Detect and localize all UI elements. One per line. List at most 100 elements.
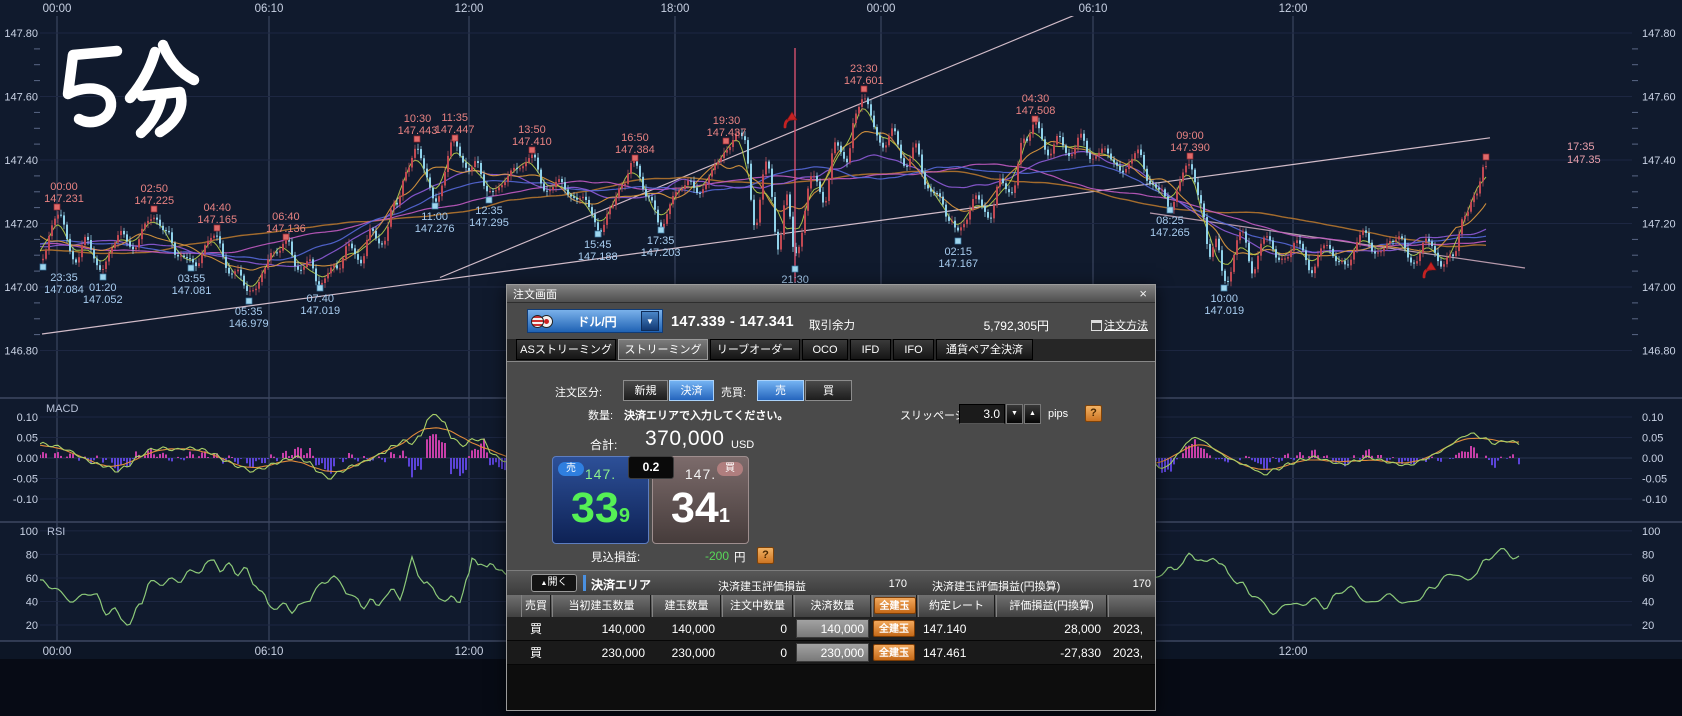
swing-price-label: 147.188 [578, 251, 618, 263]
rsi-axis-label: 40 [26, 597, 38, 609]
eval-pl-jpy-value: 170 [1093, 578, 1151, 590]
cell: 0 [722, 617, 793, 641]
swing-low-marker [246, 298, 252, 304]
rsi-axis-label: 100 [20, 526, 38, 538]
eval-pl-jpy-label: 決済建玉評価損益(円換算) [932, 578, 1060, 594]
swing-low-marker [100, 274, 106, 280]
expected-pl-help-icon[interactable]: ? [757, 547, 774, 564]
order-type-label: 注文区分: [555, 384, 602, 400]
side-sell-button[interactable]: 売 [757, 380, 804, 401]
rsi-axis-label: 80 [26, 549, 38, 561]
cell: 28,000 [996, 617, 1107, 641]
cell: 230,000 [652, 641, 721, 665]
time-axis-label: 06:10 [1079, 3, 1108, 15]
margin-label: 取引余力 [809, 317, 855, 333]
eval-pl-value: 170 [847, 578, 907, 590]
tab-divider [507, 361, 1156, 362]
swing-price-label: 147.165 [197, 214, 237, 226]
slippage-help-icon[interactable]: ? [1085, 405, 1102, 422]
all-position-button[interactable]: 全建玉 [873, 620, 915, 637]
order-method-link[interactable]: 注文方法 [1104, 317, 1148, 333]
swing-time-label: 19:30 [713, 115, 741, 127]
currency-pair-select[interactable]: ドル/円 ▼ [527, 309, 663, 333]
swing-time-label: 16:50 [621, 132, 649, 144]
tab-リーブオーダー[interactable]: リーブオーダー [710, 339, 800, 360]
close-area-bar: ▲開く 決済エリア 決済建玉評価損益 170 決済建玉評価損益(円換算) 170 [507, 570, 1156, 595]
time-axis-label: 00:00 [43, 3, 72, 15]
swing-price-label: 147.276 [415, 223, 455, 235]
tab-ASストリーミング[interactable]: ASストリーミング [516, 339, 616, 360]
order-type-close-button[interactable]: 決済 [669, 380, 714, 401]
side-label: 売買: [721, 384, 746, 400]
rsi-axis-label: 20 [26, 620, 38, 632]
select-all-positions-button[interactable]: 全建玉 [874, 597, 916, 614]
cell: 2023, [1108, 617, 1156, 641]
column-header-約定レート: 約定レート [918, 595, 995, 617]
swing-low-marker [1221, 285, 1227, 291]
swing-price-label: 147.167 [938, 258, 978, 270]
macd-axis-label: -0.05 [13, 474, 38, 486]
quantity-note: 決済エリアで入力してください。 [624, 407, 788, 423]
swing-price-label: 147.384 [615, 144, 655, 156]
close-area-toggle-button[interactable]: ▲開く [531, 574, 577, 592]
price-axis-label: 146.80 [1642, 346, 1676, 358]
tab-ストリーミング[interactable]: ストリーミング [618, 339, 708, 360]
close-icon[interactable]: × [1137, 287, 1149, 300]
swing-time-label: 13:50 [518, 124, 546, 136]
column-header-全建玉[interactable]: 全建玉 [872, 595, 917, 617]
column-header-当初建玉数量: 当初建玉数量 [552, 595, 651, 617]
swing-time-label: 04:30 [1022, 93, 1050, 105]
tab-通貨ペア全決済[interactable]: 通貨ペア全決済 [936, 339, 1033, 360]
dialog-titlebar[interactable]: 注文画面 × [507, 285, 1155, 303]
rsi-axis-label: 40 [1642, 597, 1654, 609]
price-axis-label: 147.20 [4, 219, 38, 231]
macd-axis-label: 0.00 [1642, 453, 1663, 465]
margin-value: 5,792,305円 [947, 317, 1049, 334]
macd-axis-label: -0.05 [1642, 474, 1667, 486]
cell: 140,000 [552, 617, 651, 641]
cell: 2023, [1108, 641, 1156, 665]
swing-time-label: 17:35 [647, 235, 675, 247]
all-position-button[interactable]: 全建玉 [873, 644, 915, 661]
time-axis-label: 12:00 [1279, 3, 1308, 15]
macd-axis-label: 0.10 [17, 412, 38, 424]
tab-IFO[interactable]: IFO [893, 339, 934, 360]
table-row[interactable]: 買230,000230,0000230,000全建玉147.461-27,830… [507, 641, 1156, 665]
swing-time-label: 01:20 [89, 282, 117, 294]
swing-time-label: 02:15 [944, 246, 972, 258]
swing-price-label: 147.084 [44, 284, 84, 296]
swing-price-label: 147.443 [398, 125, 438, 137]
macd-axis-label: -0.10 [1642, 494, 1667, 506]
order-type-new-button[interactable]: 新規 [623, 380, 668, 401]
cell: -27,830 [996, 641, 1107, 665]
swing-price-label: 147.225 [134, 195, 174, 207]
chevron-down-icon[interactable]: ▼ [641, 311, 659, 331]
rsi-panel-label: RSI [47, 526, 65, 538]
swing-time-label: 00:00 [50, 181, 78, 193]
slippage-up-button[interactable]: ▲ [1024, 404, 1041, 424]
close-quantity-input[interactable]: 230,000 [796, 643, 869, 662]
time-axis-label: 12:00 [455, 3, 484, 15]
time-axis-label: 12:00 [455, 646, 484, 658]
tab-OCO[interactable]: OCO [802, 339, 848, 360]
macd-axis-label: 0.00 [17, 453, 38, 465]
cell: 140,000 [652, 617, 721, 641]
swing-low-marker [955, 238, 961, 244]
swing-low-marker [658, 227, 664, 233]
total-label: 合計: [590, 436, 617, 453]
side-buy-button[interactable]: 買 [805, 380, 852, 401]
slippage-down-button[interactable]: ▼ [1006, 404, 1023, 424]
swing-low-marker [317, 285, 323, 291]
slippage-input[interactable]: 3.0 [959, 404, 1005, 424]
close-quantity-input[interactable]: 140,000 [796, 619, 869, 638]
swing-price-label: 147.019 [1204, 305, 1244, 317]
quantity-label: 数量: [588, 407, 613, 423]
column-header-売買: 売買 [521, 595, 551, 617]
spread-badge: 0.2 [628, 456, 674, 479]
table-row[interactable]: 買140,000140,0000140,000全建玉147.14028,0002… [507, 617, 1156, 641]
tab-IFD[interactable]: IFD [850, 339, 891, 360]
time-axis-label: 12:00 [1279, 646, 1308, 658]
currency-pair-label: ドル/円 [553, 313, 641, 330]
positions-table-header: 売買当初建玉数量建玉数量注文中数量決済数量全建玉約定レート評価損益(円換算) [507, 595, 1156, 618]
expected-pl-value: -200 [657, 549, 729, 563]
